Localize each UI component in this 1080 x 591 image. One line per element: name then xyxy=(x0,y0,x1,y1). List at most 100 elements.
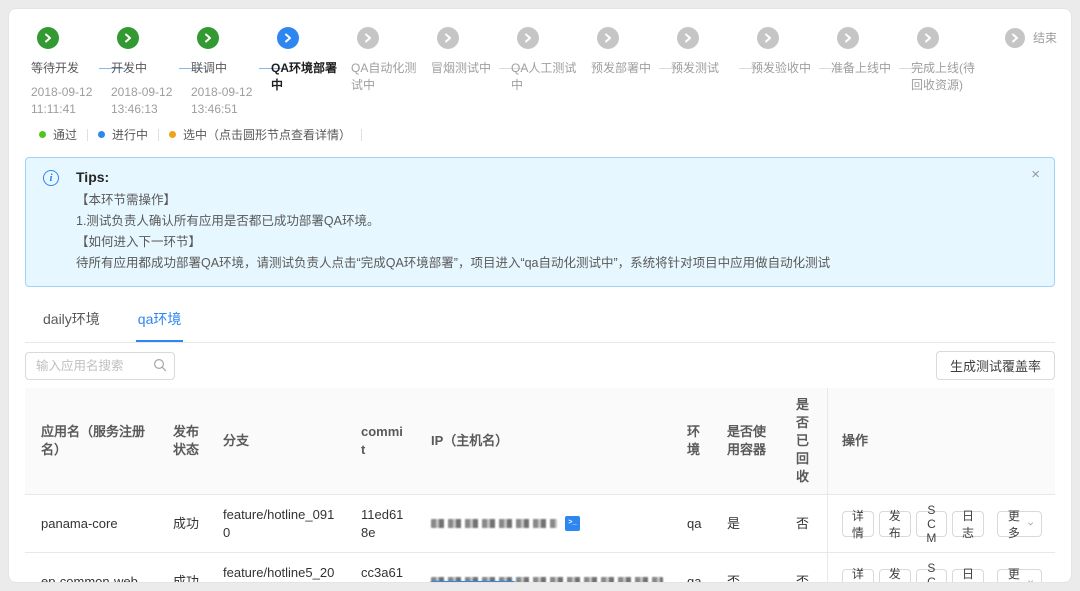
tips-line: 待所有应用都成功部署QA环境，请测试负责人点击“完成QA环境部署”，项目进入“q… xyxy=(76,253,1014,274)
close-icon[interactable]: × xyxy=(1031,166,1040,183)
legend-label: 通过 xyxy=(53,126,77,143)
apply-account-button[interactable]: 申请账号 xyxy=(429,581,517,583)
terminal-icon[interactable]: >_ xyxy=(565,516,580,531)
step-chevron-icon[interactable] xyxy=(917,27,939,49)
step-chevron-icon[interactable] xyxy=(517,27,539,49)
step-chevron-icon[interactable] xyxy=(37,27,59,49)
stepper-legend: 通过 进行中 选中（点击圆形节点查看详情） xyxy=(39,126,1071,143)
more-button[interactable]: 更 多 xyxy=(997,569,1042,584)
step-label: 准备上线中 xyxy=(831,60,903,77)
generate-coverage-button[interactable]: 生成测试覆盖率 xyxy=(936,351,1055,380)
main-card: 等待开发 2018-09-12 11:11:41 开发中 2018-09-12 … xyxy=(8,8,1072,583)
ip-hostname-cell: >_ xyxy=(415,495,671,552)
step-chevron-icon[interactable] xyxy=(437,27,459,49)
commit-hash: cc3a61ec xyxy=(345,553,415,583)
legend-item: 选中（点击圆形节点查看详情） xyxy=(169,126,372,143)
step-label: QA环境部署中 xyxy=(271,60,343,94)
pipeline-step[interactable]: 预发部署中 xyxy=(591,27,671,118)
step-time: 11:11:41 xyxy=(31,101,103,118)
pipeline-stepper: 等待开发 2018-09-12 11:11:41 开发中 2018-09-12 … xyxy=(9,9,1071,118)
legend-divider xyxy=(87,129,88,141)
commit-hash: 11ed618e xyxy=(345,495,415,552)
redacted-ip xyxy=(431,577,663,583)
app-name: ep-common-web xyxy=(25,553,157,583)
chevron-down-icon xyxy=(1028,579,1033,584)
table-row: panama-core 成功 feature/hotline_0910 11ed… xyxy=(25,495,1055,553)
environment-tab[interactable]: qa环境 xyxy=(136,303,184,342)
pipeline-step[interactable]: QA自动化测试中 xyxy=(351,27,431,118)
scm-button[interactable]: SCM xyxy=(916,569,947,584)
pipeline-step[interactable]: 预发测试 xyxy=(671,27,751,118)
step-chevron-icon[interactable] xyxy=(197,27,219,49)
log-button[interactable]: 日 志 xyxy=(952,569,984,584)
publish-status: 成功 xyxy=(157,495,207,552)
col-header-container: 是否使用容器 xyxy=(711,388,780,494)
log-button[interactable]: 日 志 xyxy=(952,511,984,537)
step-label: 完成上线(待回收资源) xyxy=(911,60,983,94)
detail-button[interactable]: 详 情 xyxy=(842,569,874,584)
legend-divider xyxy=(158,129,159,141)
step-chevron-icon[interactable] xyxy=(1005,28,1025,48)
legend-dot-icon xyxy=(39,131,46,138)
pipeline-step[interactable]: 准备上线中 xyxy=(831,27,911,118)
step-label: 等待开发 xyxy=(31,60,103,77)
app-name: panama-core xyxy=(25,495,157,552)
pipeline-step[interactable]: 冒烟测试中 xyxy=(431,27,511,118)
search-icon[interactable] xyxy=(153,358,167,377)
pipeline-step[interactable]: 联调中 2018-09-12 13:46:51 xyxy=(191,27,271,118)
tips-line: 【如何进入下一环节】 xyxy=(76,232,1014,253)
ip-hostname-cell: 申请账号 xyxy=(415,553,671,583)
step-chevron-icon[interactable] xyxy=(117,27,139,49)
toolbar: 生成测试覆盖率 xyxy=(25,351,1055,380)
col-header-publish-status: 发布状态 xyxy=(157,388,207,494)
search-wrap xyxy=(25,352,175,380)
chevron-down-icon xyxy=(1028,521,1033,527)
legend-dot-icon xyxy=(169,131,176,138)
publish-status: 成功 xyxy=(157,553,207,583)
pipeline-step[interactable]: QA环境部署中 xyxy=(271,27,351,118)
step-chevron-icon[interactable] xyxy=(757,27,779,49)
env-value: qa xyxy=(671,495,711,552)
pipeline-step[interactable]: QA人工测试中 xyxy=(511,27,591,118)
tips-title: Tips: xyxy=(76,168,1014,186)
step-chevron-icon[interactable] xyxy=(837,27,859,49)
detail-button[interactable]: 详 情 xyxy=(842,511,874,537)
pipeline-step[interactable]: 等待开发 2018-09-12 11:11:41 xyxy=(31,27,111,118)
step-label: QA人工测试中 xyxy=(511,60,583,94)
step-chevron-icon[interactable] xyxy=(597,27,619,49)
step-label: QA自动化测试中 xyxy=(351,60,423,94)
recycled-value: 否 xyxy=(780,495,827,552)
step-label: 开发中 xyxy=(111,60,183,77)
environment-tab[interactable]: daily环境 xyxy=(41,303,102,342)
publish-button[interactable]: 发 布 xyxy=(879,569,911,584)
step-label: 预发测试 xyxy=(671,60,743,77)
step-chevron-icon[interactable] xyxy=(677,27,699,49)
legend-dot-icon xyxy=(98,131,105,138)
container-value: 是 xyxy=(711,495,780,552)
legend-item: 通过 xyxy=(39,126,98,143)
more-button[interactable]: 更 多 xyxy=(997,511,1042,537)
col-header-recycled: 是否已回收 xyxy=(780,388,827,494)
more-button-label: 更 多 xyxy=(1006,507,1022,541)
step-label: 结束 xyxy=(1033,30,1057,47)
col-header-ip: IP（主机名） xyxy=(415,388,671,494)
scm-button[interactable]: SCM xyxy=(916,511,947,537)
pipeline-step[interactable]: 开发中 2018-09-12 13:46:13 xyxy=(111,27,191,118)
pipeline-step[interactable]: 结束 xyxy=(1005,27,1065,49)
container-value: 否 xyxy=(711,553,780,583)
col-header-branch: 分支 xyxy=(207,388,345,494)
step-chevron-icon[interactable] xyxy=(277,27,299,49)
table-row: ep-common-web 成功 feature/hotline5_201809… xyxy=(25,553,1055,583)
env-value: qa xyxy=(671,553,711,583)
publish-button[interactable]: 发 布 xyxy=(879,511,911,537)
col-header-commit: commit xyxy=(345,388,415,494)
step-chevron-icon[interactable] xyxy=(357,27,379,49)
col-header-env: 环境 xyxy=(671,388,711,494)
pipeline-step[interactable]: 完成上线(待回收资源) xyxy=(911,27,991,118)
actions-cell: 详 情 发 布 SCM 日 志 更 多 xyxy=(827,553,1055,583)
recycled-value: 否 xyxy=(780,553,827,583)
step-label: 联调中 xyxy=(191,60,263,77)
table-header-row: 应用名（服务注册名） 发布状态 分支 commit IP（主机名） 环境 是否使… xyxy=(25,388,1055,495)
pipeline-step[interactable]: 预发验收中 xyxy=(751,27,831,118)
legend-label: 进行中 xyxy=(112,126,148,143)
